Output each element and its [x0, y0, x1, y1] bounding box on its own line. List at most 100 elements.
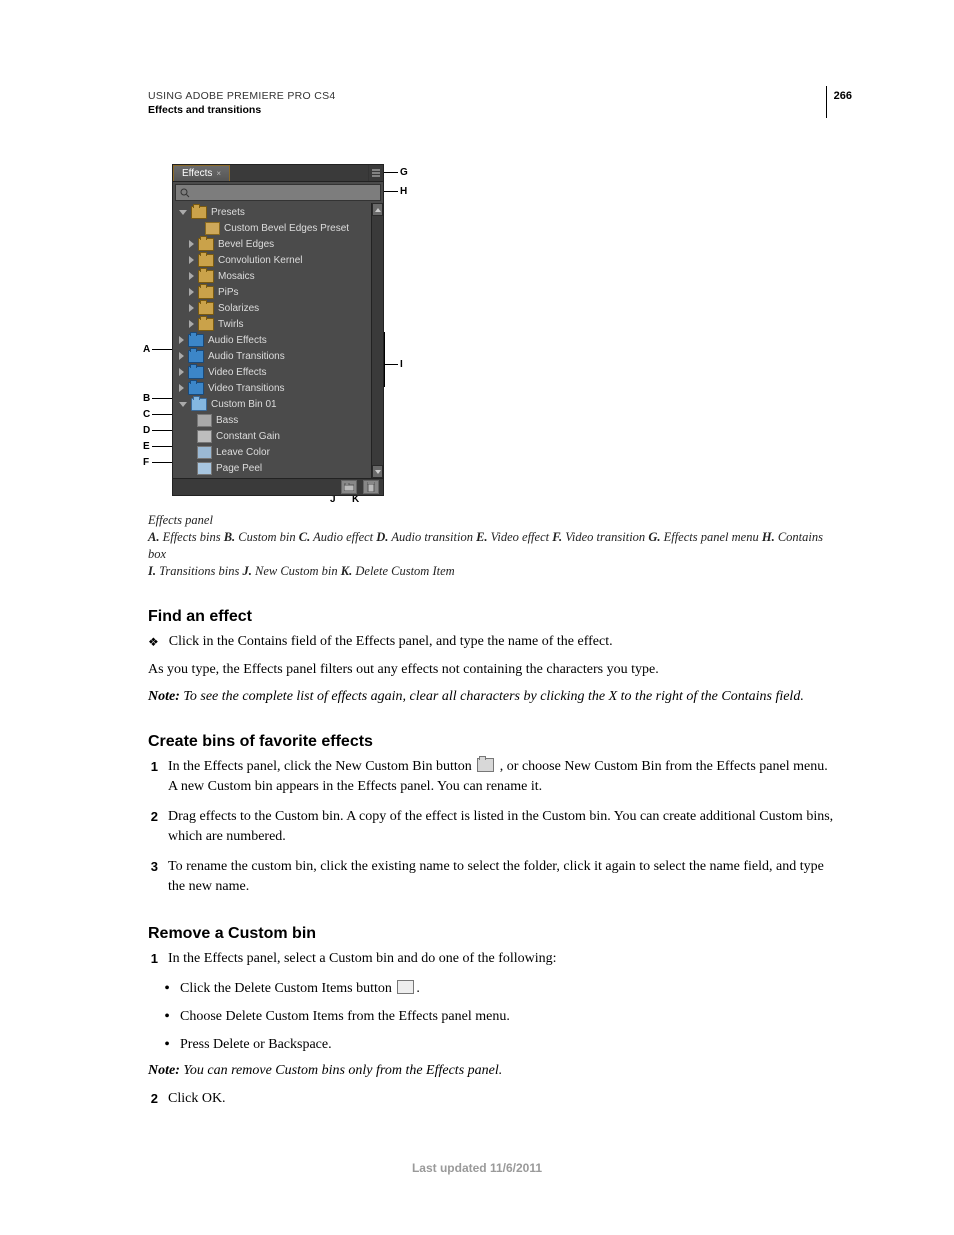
disclosure-icon[interactable]	[189, 272, 194, 280]
figure-effects-panel: A B C D E F G H I J K Effects ×	[150, 164, 836, 504]
body-text: Click OK.	[168, 1089, 836, 1109]
heading-find-effect: Find an effect	[148, 608, 836, 626]
body-text: As you type, the Effects panel filters o…	[148, 660, 836, 680]
folder-icon	[188, 334, 204, 347]
disclosure-icon[interactable]	[179, 352, 184, 360]
disclosure-icon[interactable]	[179, 210, 187, 215]
folder-icon	[198, 270, 214, 283]
note-text: To see the complete list of effects agai…	[180, 689, 804, 704]
close-icon[interactable]: ×	[216, 169, 221, 178]
scroll-up-icon[interactable]	[372, 203, 383, 216]
disclosure-icon[interactable]	[179, 384, 184, 392]
disclosure-icon[interactable]	[179, 336, 184, 344]
disclosure-icon[interactable]	[189, 240, 194, 248]
tree-label: Mosaics	[218, 271, 255, 282]
disclosure-icon[interactable]	[189, 320, 194, 328]
menu-icon	[371, 169, 381, 177]
tree-label: Bass	[216, 415, 238, 426]
bullet-icon: •	[164, 1007, 170, 1027]
new-bin-inline-icon	[477, 758, 494, 772]
body-text: Click in the Contains field of the Effec…	[169, 632, 836, 652]
legend-j-label: J.	[243, 564, 252, 578]
tree-custom-bin[interactable]: Custom Bin 01	[173, 396, 372, 412]
tree-conv[interactable]: Convolution Kernel	[173, 252, 372, 268]
legend-k-text: Delete Custom Item	[352, 564, 454, 578]
tree-solarizes[interactable]: Solarizes	[173, 300, 372, 316]
legend-e-text: Video effect	[488, 530, 553, 544]
tree-item-leave-color[interactable]: Leave Color	[173, 444, 372, 460]
list-item: 1 In the Effects panel, click the New Cu…	[148, 757, 836, 797]
callout-a: A	[143, 344, 150, 355]
running-head-title: USING ADOBE PREMIERE PRO CS4	[148, 90, 836, 102]
effects-tree: Presets Custom Bevel Edges Preset Bevel …	[173, 203, 383, 478]
contains-field[interactable]	[175, 184, 381, 201]
tree-video-transitions[interactable]: Video Transitions	[173, 380, 372, 396]
step-number: 1	[148, 949, 158, 969]
tree-item-bass[interactable]: Bass	[173, 412, 372, 428]
tree-audio-effects[interactable]: Audio Effects	[173, 332, 372, 348]
legend-e-label: E.	[476, 530, 487, 544]
legend-c-label: C.	[299, 530, 310, 544]
list-item: ❖ Click in the Contains field of the Eff…	[148, 632, 836, 652]
legend-a-label: A.	[148, 530, 159, 544]
header-rule	[826, 86, 827, 118]
search-input[interactable]	[194, 188, 376, 198]
callout-g: G	[400, 167, 408, 178]
note-label: Note:	[148, 1063, 180, 1078]
scrollbar[interactable]	[371, 203, 383, 478]
text-run: In the Effects panel, click the New Cust…	[168, 759, 475, 774]
disclosure-icon[interactable]	[189, 304, 194, 312]
step-number: 1	[148, 757, 158, 797]
callout-e-line	[152, 446, 172, 447]
tree-item-page-peel[interactable]: Page Peel	[173, 460, 372, 476]
tree-bevel[interactable]: Bevel Edges	[173, 236, 372, 252]
tab-effects[interactable]: Effects ×	[173, 165, 230, 181]
legend-c-text: Audio effect	[310, 530, 376, 544]
bullet-icon: ❖	[148, 632, 159, 652]
legend-f-text: Video transition	[562, 530, 648, 544]
list-item: 3 To rename the custom bin, click the ex…	[148, 857, 836, 897]
legend-g-text: Effects panel menu	[660, 530, 761, 544]
disclosure-icon[interactable]	[189, 256, 194, 264]
legend-a-text: Effects bins	[159, 530, 223, 544]
tree-audio-transitions[interactable]: Audio Transitions	[173, 348, 372, 364]
search-icon	[180, 188, 190, 198]
disclosure-icon[interactable]	[179, 368, 184, 376]
bullet-icon: •	[164, 979, 170, 999]
tree-presets[interactable]: Presets	[173, 204, 372, 220]
body-text: Press Delete or Backspace.	[180, 1035, 836, 1055]
delete-custom-item-button[interactable]	[363, 480, 379, 494]
tree-item-constant-gain[interactable]: Constant Gain	[173, 428, 372, 444]
legend-k-label: K.	[341, 564, 352, 578]
panel-menu-button[interactable]	[368, 165, 383, 181]
tree-label: Solarizes	[218, 303, 259, 314]
heading-create-bins: Create bins of favorite effects	[148, 733, 836, 751]
legend-j-text: New Custom bin	[252, 564, 341, 578]
tree-twirls[interactable]: Twirls	[173, 316, 372, 332]
tree-label: PiPs	[218, 287, 239, 298]
disclosure-icon[interactable]	[189, 288, 194, 296]
effects-panel: Effects × Presets Custom Bevel Edges P	[172, 164, 384, 496]
note-label: Note:	[148, 689, 180, 704]
legend-h-label: H.	[762, 530, 775, 544]
legend-i-label: I.	[148, 564, 156, 578]
body-text: Choose Delete Custom Items from the Effe…	[180, 1007, 836, 1027]
callout-b-line	[152, 398, 172, 399]
tree-mosaics[interactable]: Mosaics	[173, 268, 372, 284]
callout-h: H	[400, 186, 407, 197]
footer-updated: Last updated 11/6/2011	[0, 1161, 954, 1175]
tree-preset-item[interactable]: Custom Bevel Edges Preset	[173, 220, 372, 236]
tree-video-effects[interactable]: Video Effects	[173, 364, 372, 380]
new-custom-bin-button[interactable]	[341, 480, 357, 494]
scroll-down-icon[interactable]	[372, 465, 383, 478]
callout-b: B	[143, 393, 150, 404]
tree-pips[interactable]: PiPs	[173, 284, 372, 300]
body-text: To rename the custom bin, click the exis…	[168, 857, 836, 897]
folder-icon	[198, 302, 214, 315]
tree-label: Custom Bin 01	[211, 399, 277, 410]
scroll-track[interactable]	[372, 216, 383, 465]
panel-tab-bar: Effects ×	[173, 165, 383, 182]
folder-icon	[188, 382, 204, 395]
running-head-section: Effects and transitions	[148, 104, 836, 116]
disclosure-icon[interactable]	[179, 402, 187, 407]
